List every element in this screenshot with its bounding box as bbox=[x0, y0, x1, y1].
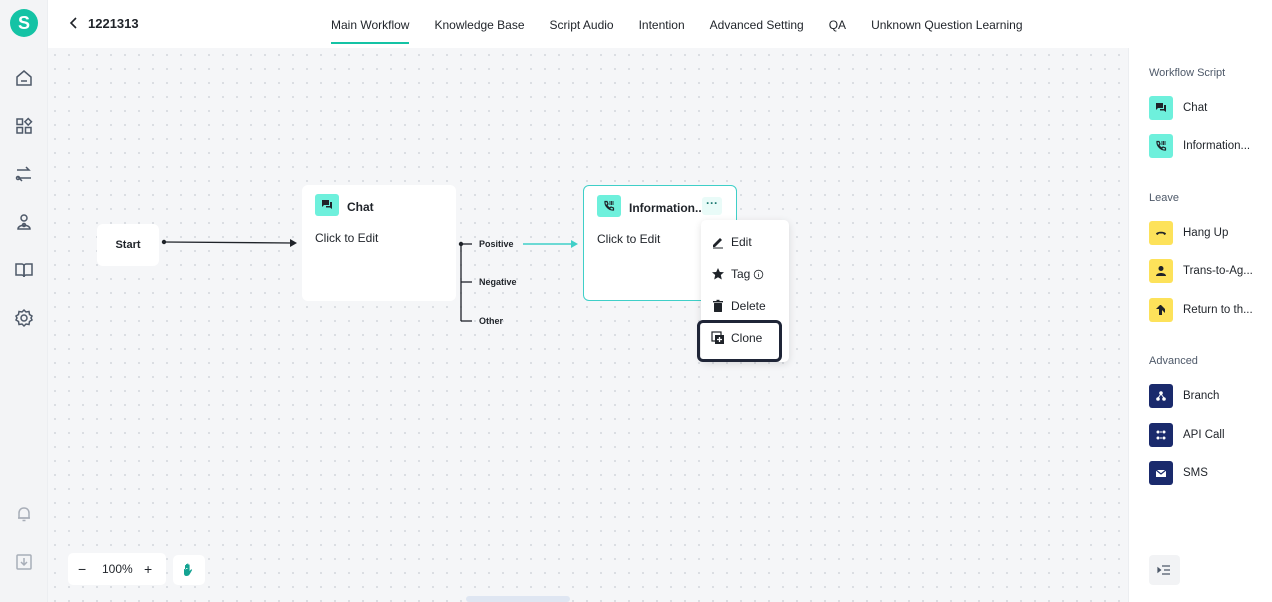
chat-node-name: Chat bbox=[347, 200, 374, 214]
star-icon bbox=[712, 268, 724, 280]
start-node[interactable]: Start bbox=[97, 224, 159, 266]
section-advanced: Advanced bbox=[1149, 355, 1198, 367]
tab-knowledge-base[interactable]: Knowledge Base bbox=[434, 0, 524, 44]
tab-main-workflow[interactable]: Main Workflow bbox=[331, 0, 410, 44]
palette-item-information[interactable]: Information... bbox=[1149, 134, 1250, 158]
palette-item-api-call[interactable]: API Call bbox=[1149, 423, 1225, 447]
branch-negative[interactable]: Negative bbox=[479, 277, 517, 287]
section-workflow-script: Workflow Script bbox=[1149, 67, 1226, 79]
tab-bar: Main Workflow Knowledge Base Script Audi… bbox=[331, 0, 1048, 48]
branch-positive[interactable]: Positive bbox=[479, 239, 514, 249]
node-palette-panel: Workflow Script Chat Information... Leav… bbox=[1128, 48, 1272, 602]
menu-item-edit-label: Edit bbox=[731, 235, 752, 249]
left-rail: S bbox=[0, 0, 48, 602]
palette-item-branch[interactable]: Branch bbox=[1149, 384, 1219, 408]
info-circle-icon[interactable] bbox=[753, 269, 764, 280]
zoom-out-button[interactable]: − bbox=[78, 561, 86, 577]
zoom-level: 100% bbox=[102, 562, 133, 576]
envelope-icon bbox=[1149, 461, 1173, 485]
download-icon[interactable] bbox=[14, 552, 34, 572]
hang-up-icon bbox=[1149, 221, 1173, 245]
information-node-subtitle: Click to Edit bbox=[597, 232, 661, 246]
horizontal-scrollbar[interactable] bbox=[466, 596, 570, 602]
collapse-panel-button[interactable] bbox=[1149, 555, 1180, 585]
chat-bubble-icon bbox=[1149, 96, 1173, 120]
palette-item-return-label: Return to th... bbox=[1183, 304, 1253, 316]
tab-unknown-question-learning[interactable]: Unknown Question Learning bbox=[871, 0, 1022, 44]
section-leave: Leave bbox=[1149, 192, 1179, 204]
branch-icon bbox=[1149, 384, 1173, 408]
back-arrow-icon[interactable] bbox=[66, 15, 82, 31]
book-icon[interactable] bbox=[14, 260, 34, 280]
more-options-icon[interactable]: ··· bbox=[702, 197, 722, 215]
menu-item-tag-label: Tag bbox=[731, 267, 751, 281]
zoom-in-button[interactable]: + bbox=[144, 561, 152, 577]
palette-item-branch-label: Branch bbox=[1183, 390, 1220, 402]
information-node-name: Information... bbox=[629, 201, 705, 215]
top-header: 1221313 Main Workflow Knowledge Base Scr… bbox=[48, 0, 1272, 48]
trash-icon bbox=[713, 299, 723, 312]
flow-icon[interactable] bbox=[14, 164, 34, 184]
palette-item-information-label: Information... bbox=[1183, 140, 1251, 152]
branch-other[interactable]: Other bbox=[479, 316, 503, 326]
tab-script-audio[interactable]: Script Audio bbox=[550, 0, 614, 44]
phone-info-icon bbox=[597, 195, 621, 217]
agent-person-icon bbox=[1149, 259, 1173, 283]
palette-item-chat[interactable]: Chat bbox=[1149, 96, 1207, 120]
palette-item-sms-label: SMS bbox=[1183, 467, 1208, 479]
menu-item-delete[interactable]: Delete bbox=[711, 297, 766, 315]
workflow-canvas[interactable]: Start Chat Click to Edit Positive Negati… bbox=[48, 48, 1128, 602]
bell-icon[interactable] bbox=[14, 504, 34, 524]
app-logo[interactable]: S bbox=[10, 9, 38, 37]
indent-icon bbox=[1157, 565, 1170, 575]
menu-item-delete-label: Delete bbox=[731, 299, 766, 313]
tab-qa[interactable]: QA bbox=[829, 0, 846, 44]
palette-item-trans-to-agent[interactable]: Trans-to-Ag... bbox=[1149, 259, 1253, 283]
palette-item-api-call-label: API Call bbox=[1183, 429, 1225, 441]
tab-advanced-setting[interactable]: Advanced Setting bbox=[710, 0, 804, 44]
page-title: 1221313 bbox=[88, 16, 139, 31]
gear-icon[interactable] bbox=[14, 308, 34, 328]
home-icon[interactable] bbox=[14, 68, 34, 88]
palette-item-chat-label: Chat bbox=[1183, 102, 1208, 114]
hand-icon bbox=[184, 563, 193, 576]
tab-intention[interactable]: Intention bbox=[639, 0, 685, 44]
chat-node[interactable]: Chat Click to Edit bbox=[302, 185, 456, 301]
palette-item-trans-to-agent-label: Trans-to-Ag... bbox=[1183, 265, 1253, 277]
palette-item-sms[interactable]: SMS bbox=[1149, 461, 1208, 485]
chat-bubble-icon bbox=[315, 194, 339, 216]
api-call-icon bbox=[1149, 423, 1173, 447]
clone-highlight bbox=[697, 320, 782, 362]
phone-info-icon bbox=[1149, 134, 1173, 158]
agent-icon[interactable] bbox=[14, 212, 34, 232]
palette-item-return[interactable]: Return to th... bbox=[1149, 298, 1253, 322]
palette-item-hang-up-label: Hang Up bbox=[1183, 227, 1229, 239]
pencil-icon bbox=[713, 238, 723, 249]
palette-item-hang-up[interactable]: Hang Up bbox=[1149, 221, 1228, 245]
zoom-control: − 100% + bbox=[68, 553, 166, 585]
chat-node-subtitle: Click to Edit bbox=[315, 231, 379, 245]
menu-item-tag[interactable]: Tag bbox=[711, 265, 770, 283]
pan-hand-button[interactable] bbox=[173, 555, 205, 585]
return-arrow-icon bbox=[1149, 298, 1173, 322]
menu-item-edit[interactable]: Edit bbox=[711, 233, 752, 251]
connector-lines bbox=[161, 239, 578, 322]
apps-icon[interactable] bbox=[14, 116, 34, 136]
